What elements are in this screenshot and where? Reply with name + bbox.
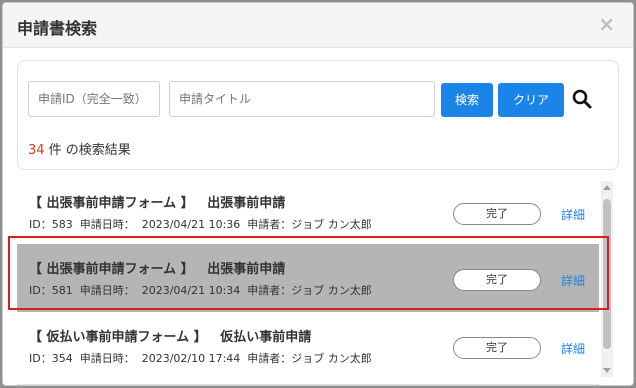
scroll-thumb[interactable] [603, 199, 611, 349]
status-badge: 完了 [453, 337, 541, 359]
detail-link[interactable]: 詳細 [561, 340, 585, 357]
application-title-input[interactable] [169, 81, 435, 117]
scroll-down-icon[interactable] [603, 368, 611, 373]
clear-button[interactable]: クリア [498, 83, 564, 117]
result-label: 件 の検索結果 [44, 143, 131, 158]
result-item-selected[interactable]: 【 出張事前申請フォーム 】 出張事前申請 ID：581 申請日時： 2023/… [17, 244, 599, 317]
result-item-meta: ID：354 申請日時： 2023/02/10 17:44 申請者：ジョブ カン… [29, 352, 372, 365]
result-item-title: 【 出張事前申請フォーム 】 出張事前申請 [29, 196, 286, 211]
status-badge: 完了 [453, 269, 541, 291]
application-id-input[interactable] [28, 81, 160, 117]
status-badge: 完了 [453, 203, 541, 225]
result-item[interactable]: 【 仮払い事前申請フォーム 】 仮払い事前申請 ID：354 申請日時： 202… [17, 312, 599, 385]
search-dialog: 申請書検索 × 検索 クリア 34 件 の検索結果 【 出張事前申請フォーム 】… [2, 2, 634, 386]
result-list: 【 出張事前申請フォーム 】 出張事前申請 ID：583 申請日時： 2023/… [17, 178, 599, 385]
dialog-header: 申請書検索 × [3, 3, 633, 48]
result-item[interactable]: 【 出張事前申請フォーム 】 出張事前申請 ID：583 申請日時： 2023/… [17, 178, 599, 251]
search-panel: 検索 クリア 34 件 の検索結果 [17, 60, 619, 170]
detail-link[interactable]: 詳細 [561, 206, 585, 223]
result-item-title: 【 出張事前申請フォーム 】 出張事前申請 [29, 262, 286, 277]
scroll-up-icon[interactable] [603, 185, 611, 190]
search-button[interactable]: 検索 [441, 83, 493, 117]
result-item-meta: ID：581 申請日時： 2023/04/21 10:34 申請者：ジョブ カン… [29, 284, 372, 297]
close-icon[interactable]: × [598, 12, 615, 36]
dialog-title: 申請書検索 [17, 19, 98, 38]
search-icon[interactable] [572, 89, 592, 109]
result-summary: 34 件 の検索結果 [28, 139, 131, 158]
result-item-title: 【 仮払い事前申請フォーム 】 仮払い事前申請 [29, 330, 312, 345]
result-count: 34 [28, 143, 45, 158]
detail-link[interactable]: 詳細 [561, 272, 585, 289]
result-scrollbar[interactable] [601, 181, 613, 377]
dialog-body: 検索 クリア 34 件 の検索結果 【 出張事前申請フォーム 】 出張事前申請 … [3, 48, 633, 385]
result-item-meta: ID：583 申請日時： 2023/04/21 10:36 申請者：ジョブ カン… [29, 218, 372, 231]
